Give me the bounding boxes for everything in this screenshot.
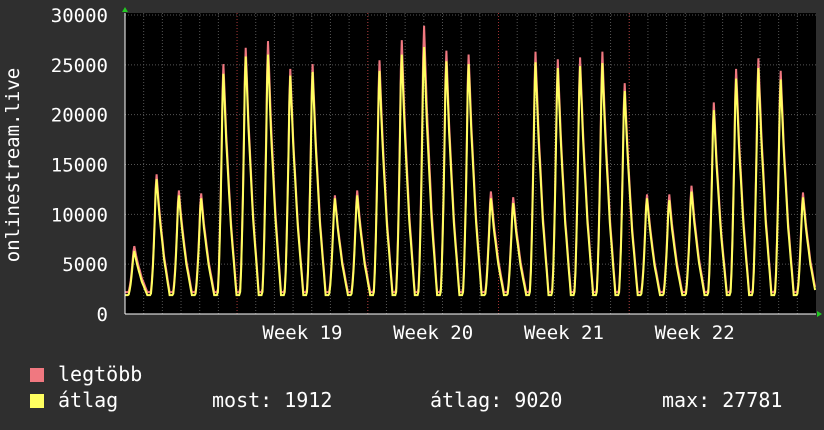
y-tick-label: 5000 <box>62 254 108 276</box>
legend-item-max: legtöbb <box>30 362 142 386</box>
y-tick-label: 15000 <box>51 155 108 177</box>
legend-max-swatch <box>30 368 44 382</box>
y-tick-label: 10000 <box>51 204 108 226</box>
x-tick-label: Week 19 <box>262 322 342 344</box>
x-tick-label: Week 22 <box>655 322 735 344</box>
x-tick-label: Week 20 <box>393 322 473 344</box>
legend-avg-label: átlag <box>58 388 119 412</box>
legend-max-label: legtöbb <box>58 362 143 386</box>
chart: 0 5000 10000 15000 20000 25000 30000 Week 19 Wee… <box>51 5 822 344</box>
stat-maximum: max: 27781 <box>662 388 783 412</box>
x-tick-label: Week 21 <box>524 322 604 344</box>
x-axis-arrow <box>817 311 822 317</box>
y-axis-arrow <box>122 7 128 12</box>
stat-average: átlag: 9020 <box>430 388 563 412</box>
y-tick-label: 0 <box>97 304 108 326</box>
stat-current: most: 1912 <box>212 388 333 412</box>
legend-item-avg: átlag <box>30 388 118 412</box>
y-axis-label: onlinestream.live <box>2 67 24 263</box>
legend-avg-swatch <box>30 394 44 408</box>
y-tick-label: 25000 <box>51 55 108 77</box>
y-tick-label: 20000 <box>51 105 108 127</box>
y-tick-label: 30000 <box>51 5 108 27</box>
